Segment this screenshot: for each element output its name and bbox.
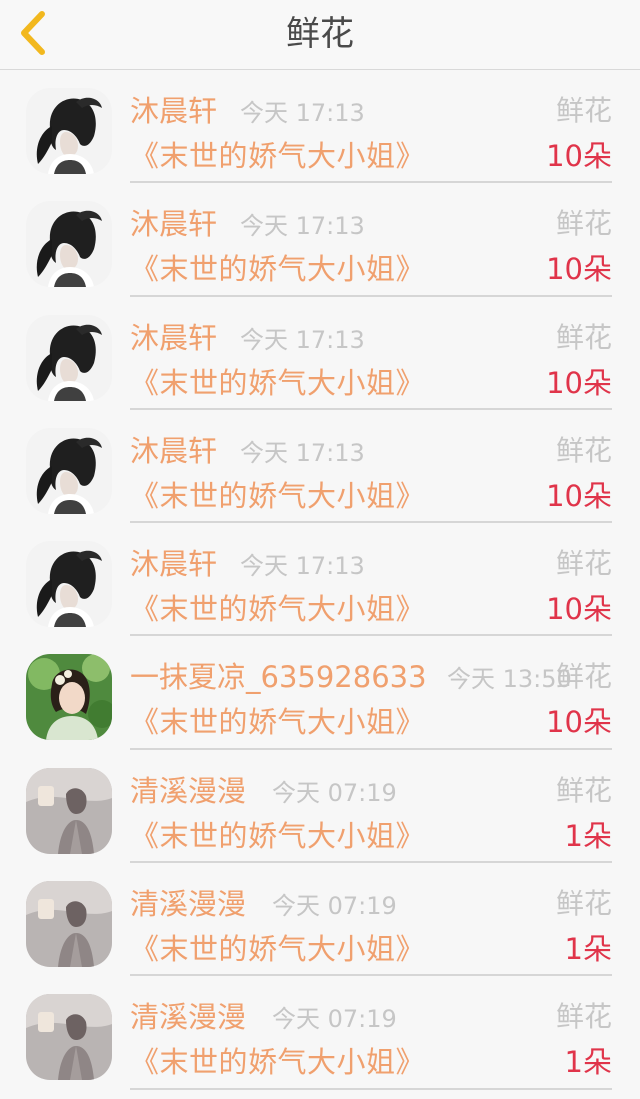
avatar[interactable] — [26, 314, 112, 401]
girl-ponytail-avatar-icon — [26, 314, 112, 401]
gift-count: 1朵 — [564, 818, 612, 853]
avatar[interactable] — [26, 541, 112, 628]
gift-count: 1朵 — [564, 932, 612, 967]
girl-ponytail-avatar-icon — [26, 201, 112, 288]
list-item[interactable]: 清溪漫漫 今天 07:19 鲜花 《末世的娇气大小姐》 1朵 — [0, 976, 640, 1090]
page-title: 鲜花 — [286, 14, 354, 54]
gift-count: 10朵 — [546, 252, 612, 287]
list-item[interactable]: 一抹夏凉_635928633 今天 13:50 鲜花 《末世的娇气大小姐》 10… — [0, 636, 640, 750]
sender-name[interactable]: 沐晨轩 — [130, 94, 217, 128]
book-title-link[interactable]: 《末世的娇气大小姐》 — [130, 931, 425, 967]
gift-count: 10朵 — [546, 592, 612, 627]
gift-count: 10朵 — [546, 705, 612, 740]
gift-type: 鲜花 — [555, 887, 612, 921]
timestamp: 今天 13:50 — [447, 665, 572, 694]
avatar[interactable] — [26, 201, 112, 288]
girl-ponytail-avatar-icon — [26, 541, 112, 628]
timestamp: 今天 07:19 — [272, 1005, 397, 1034]
timestamp: 今天 07:19 — [272, 892, 397, 921]
divider — [130, 1087, 612, 1090]
gift-count: 10朵 — [546, 478, 612, 513]
timestamp: 今天 17:13 — [240, 99, 365, 127]
gift-type: 鲜花 — [555, 547, 612, 581]
green-portrait-avatar-icon — [26, 654, 112, 741]
timestamp: 今天 17:13 — [240, 438, 365, 467]
sender-name[interactable]: 清溪漫漫 — [130, 1000, 246, 1034]
gift-type: 鲜花 — [555, 1000, 612, 1034]
list-item[interactable]: 清溪漫漫 今天 07:19 鲜花 《末世的娇气大小姐》 1朵 — [0, 750, 640, 864]
gray-sketch-avatar-icon — [26, 767, 112, 854]
avatar[interactable] — [26, 767, 112, 854]
sender-name[interactable]: 一抹夏凉_635928633 — [130, 660, 427, 694]
book-title-link[interactable]: 《末世的娇气大小姐》 — [130, 818, 425, 854]
gift-type: 鲜花 — [555, 207, 612, 241]
book-title-link[interactable]: 《末世的娇气大小姐》 — [130, 478, 425, 514]
gift-type: 鲜花 — [555, 320, 612, 354]
sender-name[interactable]: 沐晨轩 — [130, 434, 217, 468]
sender-name[interactable]: 沐晨轩 — [130, 321, 217, 355]
avatar[interactable] — [26, 881, 112, 968]
list-item[interactable]: 沐晨轩 今天 17:13 鲜花 《末世的娇气大小姐》 10朵 — [0, 183, 640, 297]
list-item[interactable]: 沐晨轩 今天 17:13 鲜花 《末世的娇气大小姐》 10朵 — [0, 410, 640, 524]
avatar[interactable] — [26, 88, 112, 174]
book-title-link[interactable]: 《末世的娇气大小姐》 — [130, 591, 425, 627]
sender-name[interactable]: 清溪漫漫 — [130, 887, 246, 921]
timestamp: 今天 07:19 — [272, 778, 397, 807]
avatar[interactable] — [26, 994, 112, 1081]
sender-name[interactable]: 清溪漫漫 — [130, 774, 246, 808]
avatar[interactable] — [26, 427, 112, 514]
book-title-link[interactable]: 《末世的娇气大小姐》 — [130, 138, 425, 174]
timestamp: 今天 17:13 — [240, 552, 365, 581]
gift-count: 1朵 — [564, 1045, 612, 1080]
gift-count: 10朵 — [546, 139, 612, 173]
book-title-link[interactable]: 《末世的娇气大小姐》 — [130, 365, 425, 401]
gift-record-list: 沐晨轩 今天 17:13 鲜花 《末世的娇气大小姐》 10朵 沐晨轩 今天 17… — [0, 70, 640, 1090]
sender-name[interactable]: 沐晨轩 — [130, 547, 217, 581]
girl-ponytail-avatar-icon — [26, 427, 112, 514]
avatar[interactable] — [26, 654, 112, 741]
list-item[interactable]: 沐晨轩 今天 17:13 鲜花 《末世的娇气大小姐》 10朵 — [0, 523, 640, 637]
nav-bar: 鲜花 — [0, 0, 640, 70]
timestamp: 今天 17:13 — [240, 212, 365, 241]
list-item[interactable]: 沐晨轩 今天 17:13 鲜花 《末世的娇气大小姐》 10朵 — [0, 70, 640, 184]
list-item[interactable]: 沐晨轩 今天 17:13 鲜花 《末世的娇气大小姐》 10朵 — [0, 297, 640, 410]
book-title-link[interactable]: 《末世的娇气大小姐》 — [130, 251, 425, 287]
sender-name[interactable]: 沐晨轩 — [130, 207, 217, 241]
gift-count: 10朵 — [546, 365, 612, 400]
gift-type: 鲜花 — [555, 433, 612, 467]
gray-sketch-avatar-icon — [26, 994, 112, 1081]
list-item[interactable]: 清溪漫漫 今天 07:19 鲜花 《末世的娇气大小姐》 1朵 — [0, 863, 640, 977]
gift-type: 鲜花 — [555, 660, 612, 694]
gray-sketch-avatar-icon — [26, 881, 112, 968]
book-title-link[interactable]: 《末世的娇气大小姐》 — [130, 704, 425, 740]
book-title-link[interactable]: 《末世的娇气大小姐》 — [130, 1044, 425, 1080]
girl-ponytail-avatar-icon — [26, 88, 112, 174]
gift-type: 鲜花 — [555, 773, 612, 807]
timestamp: 今天 17:13 — [240, 325, 365, 354]
gift-type: 鲜花 — [555, 94, 612, 127]
